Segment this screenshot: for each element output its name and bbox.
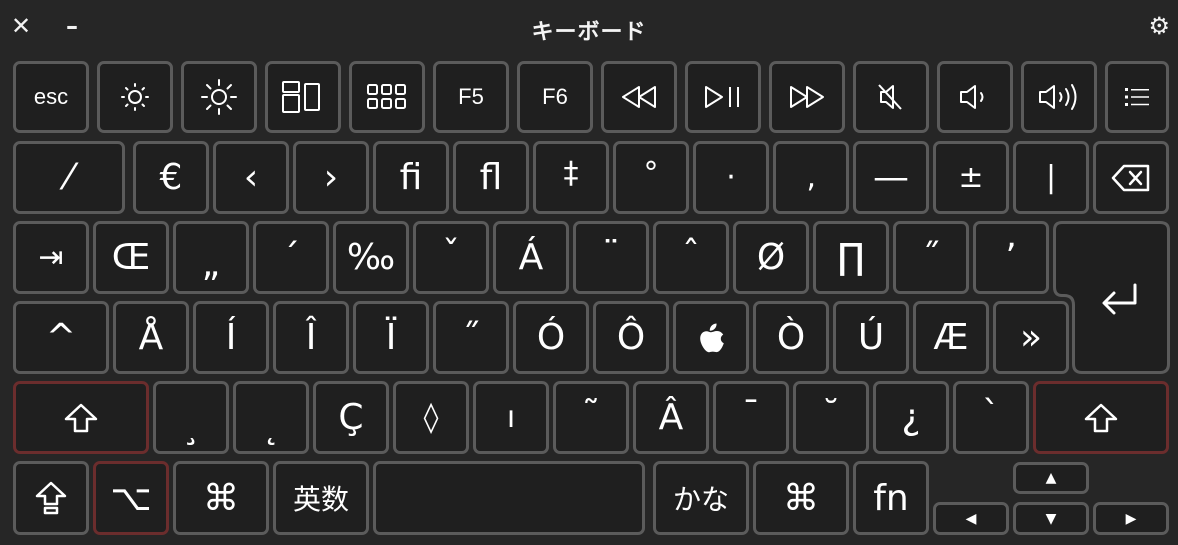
brightness-up-icon[interactable]: [181, 61, 257, 133]
key-a-ring[interactable]: Å: [113, 301, 189, 374]
key-lozenge[interactable]: ◊: [393, 381, 469, 454]
key-single-left-guillemet[interactable]: ‹: [213, 141, 289, 214]
play-pause-icon[interactable]: [685, 61, 761, 133]
space-bar[interactable]: [373, 461, 645, 535]
key-f5[interactable]: F5: [433, 61, 509, 133]
key-a-acute[interactable]: Á: [493, 221, 569, 294]
key-em-dash[interactable]: —: [853, 141, 929, 214]
key-esc[interactable]: esc: [13, 61, 89, 133]
key-right-guillemet[interactable]: »: [993, 301, 1069, 374]
arrow-left-key[interactable]: ◀: [933, 502, 1009, 535]
key-middle-dot[interactable]: ·: [693, 141, 769, 214]
key-breve[interactable]: ˘: [793, 381, 869, 454]
window-title: キーボード: [531, 20, 647, 45]
fn-key[interactable]: fn: [853, 461, 929, 535]
eisu-key[interactable]: 英数: [273, 461, 369, 535]
fast-forward-icon[interactable]: [769, 61, 845, 133]
key-euro[interactable]: €: [133, 141, 209, 214]
key-inverted-question[interactable]: ¿: [873, 381, 949, 454]
key-c-cedilla[interactable]: Ç: [313, 381, 389, 454]
key-single-right-guillemet[interactable]: ›: [293, 141, 369, 214]
key-f6[interactable]: F6: [517, 61, 593, 133]
list-icon[interactable]: [1105, 61, 1169, 133]
left-shift-key[interactable]: [13, 381, 149, 454]
key-fl-ligature[interactable]: ﬂ: [453, 141, 529, 214]
mission-control-icon[interactable]: [265, 61, 341, 133]
key-vertical-bar[interactable]: |: [1013, 141, 1089, 214]
key-caron[interactable]: ˇ: [413, 221, 489, 294]
title-bar: ✕ – キーボード ⚙: [0, 0, 1178, 56]
left-command-key[interactable]: ⌘: [173, 461, 269, 535]
key-product[interactable]: ∏: [813, 221, 889, 294]
key-o-grave[interactable]: Ò: [753, 301, 829, 374]
key-acute[interactable]: ´: [253, 221, 329, 294]
delete-icon[interactable]: [1093, 141, 1169, 214]
key-grave[interactable]: `: [953, 381, 1029, 454]
key-plus-minus[interactable]: ±: [933, 141, 1009, 214]
key-i-circumflex[interactable]: Î: [273, 301, 349, 374]
key-o-circumflex[interactable]: Ô: [593, 301, 669, 374]
key-i-acute[interactable]: Í: [193, 301, 269, 374]
return-key[interactable]: [1053, 221, 1171, 375]
volume-down-icon[interactable]: [937, 61, 1013, 133]
key-a-circumflex[interactable]: Â: [633, 381, 709, 454]
rewind-icon[interactable]: [601, 61, 677, 133]
key-fi-ligature[interactable]: ﬁ: [373, 141, 449, 214]
launchpad-icon[interactable]: [349, 61, 425, 133]
key-per-mille[interactable]: ‰: [333, 221, 409, 294]
key-degree[interactable]: °: [613, 141, 689, 214]
key-o-slash[interactable]: Ø: [733, 221, 809, 294]
right-command-key[interactable]: ⌘: [753, 461, 849, 535]
gear-icon[interactable]: ⚙: [1148, 12, 1170, 40]
caps-lock-key[interactable]: [13, 461, 89, 535]
arrow-right-key[interactable]: ▶: [1093, 502, 1169, 535]
key-o-acute[interactable]: Ó: [513, 301, 589, 374]
key-ogonek[interactable]: ˛: [233, 381, 309, 454]
key-diaeresis[interactable]: ¨: [573, 221, 649, 294]
key-tab[interactable]: ⇥: [13, 221, 89, 294]
key-caret[interactable]: ^: [13, 301, 109, 374]
key-tilde[interactable]: ˜: [553, 381, 629, 454]
kana-key[interactable]: かな: [653, 461, 749, 535]
key-u-acute[interactable]: Ú: [833, 301, 909, 374]
arrow-up-key[interactable]: ▲: [1013, 462, 1089, 494]
key-double-dagger[interactable]: ‡: [533, 141, 609, 214]
key-oe-ligature[interactable]: Œ: [93, 221, 169, 294]
key-right-single-quote[interactable]: ’: [973, 221, 1049, 294]
key-i-diaeresis[interactable]: Ï: [353, 301, 429, 374]
key-ae-ligature[interactable]: Æ: [913, 301, 989, 374]
key-double-acute-2[interactable]: ˝: [433, 301, 509, 374]
brightness-down-icon[interactable]: [97, 61, 173, 133]
key-low-quote[interactable]: ‚: [773, 141, 849, 214]
key-circumflex[interactable]: ˆ: [653, 221, 729, 294]
key-double-acute[interactable]: ˝: [893, 221, 969, 294]
option-key[interactable]: ⌥: [93, 461, 169, 535]
volume-up-icon[interactable]: [1021, 61, 1097, 133]
key-fraction-slash[interactable]: ⁄: [13, 141, 125, 214]
key-double-low-quote[interactable]: „: [173, 221, 249, 294]
shift-icon: [1084, 403, 1118, 432]
key-macron[interactable]: ¯: [713, 381, 789, 454]
right-shift-key[interactable]: [1033, 381, 1169, 454]
apple-logo-icon[interactable]: [673, 301, 749, 374]
key-cedilla[interactable]: ¸: [153, 381, 229, 454]
key-dotless-i[interactable]: ı: [473, 381, 549, 454]
shift-icon: [64, 403, 98, 432]
mute-icon[interactable]: [853, 61, 929, 133]
arrow-down-key[interactable]: ▼: [1013, 502, 1089, 535]
caps-lock-icon: [35, 481, 67, 515]
